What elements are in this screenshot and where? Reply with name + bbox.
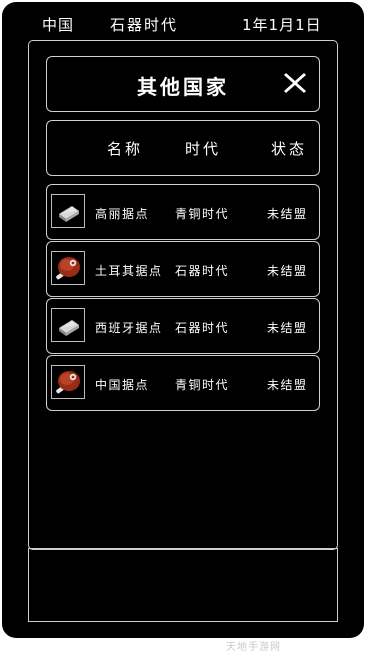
country-era: 石器时代 — [175, 321, 230, 335]
meat-icon — [51, 251, 85, 285]
alliance-status: 未结盟 — [267, 207, 308, 221]
table-row[interactable]: 土耳其据点 石器时代 未结盟 — [46, 241, 320, 297]
ingot-icon — [51, 308, 85, 342]
alliance-status: 未结盟 — [267, 321, 308, 335]
table-row[interactable]: 高丽据点 青铜时代 未结盟 — [46, 184, 320, 240]
column-header-status: 状态 — [271, 140, 308, 158]
country-name: 土耳其据点 — [95, 264, 163, 278]
country-era: 石器时代 — [175, 264, 230, 278]
table-header: 名称 时代 状态 — [46, 120, 320, 176]
dialog-header: 其他国家 — [46, 56, 320, 112]
country-name: 高丽据点 — [95, 207, 150, 221]
column-header-era: 时代 — [185, 140, 222, 158]
table-row[interactable]: 中国据点 青铜时代 未结盟 — [46, 355, 320, 411]
table-row[interactable]: 西班牙据点 石器时代 未结盟 — [46, 298, 320, 354]
close-button[interactable] — [281, 69, 309, 97]
current-date: 1年1月1日 — [242, 16, 322, 34]
country-era: 青铜时代 — [175, 378, 230, 392]
close-x-icon — [284, 73, 306, 93]
column-header-name: 名称 — [107, 140, 144, 158]
dialog-title: 其他国家 — [137, 75, 229, 99]
meat-icon — [51, 365, 85, 399]
ingot-icon — [51, 194, 85, 228]
bottom-panel — [28, 548, 338, 622]
country-name: 中国据点 — [95, 378, 150, 392]
country-era: 青铜时代 — [175, 207, 230, 221]
game-screen: 中国 石器时代 1年1月1日 其他国家 名称 时代 状态 高丽据点 青铜时代 未… — [2, 2, 364, 638]
current-country: 中国 — [42, 16, 75, 34]
status-bar: 中国 石器时代 1年1月1日 — [2, 14, 364, 36]
country-name: 西班牙据点 — [95, 321, 163, 335]
alliance-status: 未结盟 — [267, 378, 308, 392]
watermark: 天地手游网 — [226, 642, 281, 653]
alliance-status: 未结盟 — [267, 264, 308, 278]
current-era: 石器时代 — [110, 16, 179, 34]
